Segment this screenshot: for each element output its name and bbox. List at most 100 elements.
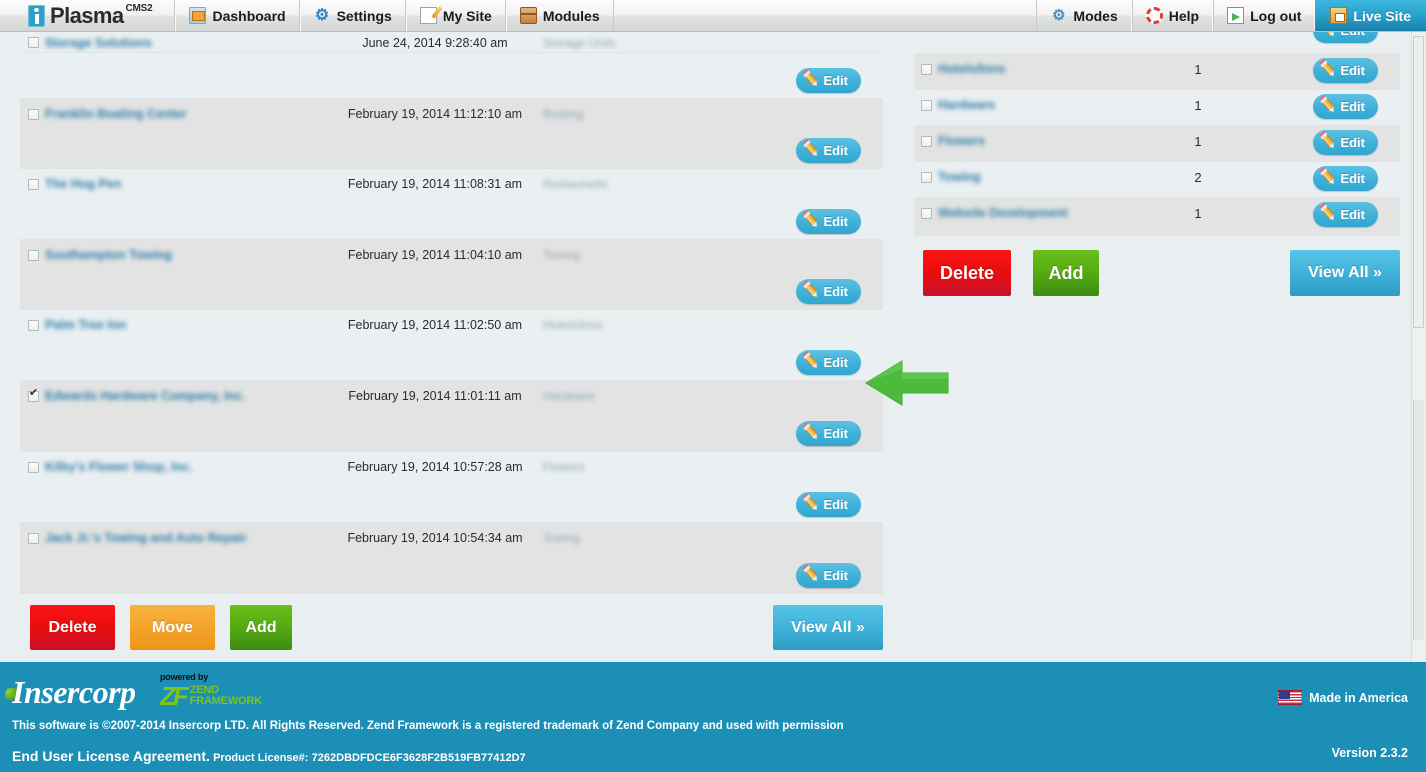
eula-link[interactable]: End User License Agreement. [12,748,210,764]
listing-name[interactable]: Storage Solutions [45,36,345,50]
view-all-button[interactable]: View All » [773,605,883,650]
delete-button[interactable]: Delete [30,605,115,650]
table-row[interactable]: Edit [20,53,883,99]
row-checkbox[interactable] [921,135,932,147]
box-icon [519,7,537,24]
table-row[interactable]: Southampton Towing February 19, 2014 11:… [20,240,883,310]
listing-date: June 24, 2014 9:28:40 am [362,35,508,50]
row-checkbox[interactable] [28,461,39,473]
nav-item-settings[interactable]: ⚙ Settings [299,0,406,31]
nav-item-live-site-label: Live Site [1353,7,1411,24]
view-all-button[interactable]: View All » [1290,250,1400,296]
brand-logo-plasmacms2[interactable]: Plasma CMS2 [0,0,176,31]
edit-button[interactable]: Edit [1313,166,1378,191]
edit-button[interactable]: Edit [796,492,861,517]
table-row[interactable]: Jack Jr.'s Towing and Auto Repair Februa… [20,523,883,594]
edit-button-label: Edit [1340,63,1365,78]
category-name[interactable]: Towing [938,170,1138,184]
edit-button[interactable]: Edit [1313,94,1378,119]
copyright-text: This software is ©2007-2014 Insercorp LT… [12,720,844,732]
pencil-icon [1318,166,1339,189]
pencil-icon [801,138,822,161]
row-checkbox[interactable] [28,319,39,331]
nav-item-modules[interactable]: Modules [505,0,614,31]
nav-item-logout[interactable]: Log out [1213,0,1316,31]
add-button[interactable]: Add [230,605,292,650]
category-name[interactable]: Hardware [938,98,1138,112]
listing-name[interactable]: Edwards Hardware Company, Inc. [45,389,345,403]
pencil-icon [801,279,822,302]
pencil-icon [801,421,822,444]
table-row[interactable]: Storage Solutions June 24, 2014 9:28:40 … [20,32,883,53]
listing-date: February 19, 2014 11:02:50 am [347,318,523,332]
product-license-key: 7262DBDFDCE6F3628F2B519FB77412D7 [311,752,526,764]
license-line: End User License Agreement. Product Lice… [12,748,526,764]
listing-name[interactable]: Palm Tree Inn [45,318,345,332]
table-row-selected[interactable]: Edwards Hardware Company, Inc. February … [20,381,883,452]
table-row[interactable]: Website Development 1 Edit [915,198,1400,236]
add-button[interactable]: Add [1033,250,1099,296]
edit-button-label: Edit [823,497,848,512]
nav-item-dashboard[interactable]: Dashboard [175,0,300,31]
edit-button[interactable]: Edit [796,421,861,446]
row-checkbox[interactable] [921,63,932,75]
gears-icon: ⚙ [1052,7,1066,24]
category-count: 1 [1194,97,1202,113]
nav-left-group: Plasma CMS2 Dashboard ⚙ Settings My Site… [0,0,614,31]
edit-button[interactable]: Edit [1313,32,1378,43]
table-row[interactable]: Hardware 1 Edit [915,90,1400,126]
table-row[interactable]: Franklin Boating Center February 19, 201… [20,99,883,169]
table-row[interactable]: The Hog Pen February 19, 2014 11:08:31 a… [20,169,883,240]
pencil-icon [801,209,822,232]
category-name[interactable]: Hotels/Inns [938,62,1138,76]
nav-item-logout-label: Log out [1250,7,1302,24]
edit-button[interactable]: Edit [796,138,861,163]
row-checkbox[interactable] [28,108,39,120]
nav-item-modules-label: Modules [542,7,600,24]
row-checkbox[interactable] [28,178,39,190]
row-checkbox[interactable] [921,99,932,111]
edit-button[interactable]: Edit [1313,130,1378,155]
edit-button-highlighted[interactable]: Edit [796,350,861,375]
row-checkbox[interactable] [28,532,39,544]
listing-name[interactable]: Southampton Towing [45,248,345,262]
listing-name[interactable]: Kilby's Flower Shop, Inc. [45,460,345,474]
edit-button[interactable]: Edit [796,209,861,234]
product-license-label: Product License#: [213,752,309,764]
table-row[interactable]: Hotels/Inns 1 Edit [915,54,1400,90]
nav-item-dashboard-label: Dashboard [212,7,286,24]
table-row[interactable]: Kilby's Flower Shop, Inc. February 19, 2… [20,452,883,523]
nav-item-modes-label: Modes [1073,7,1118,24]
row-checkbox-checked[interactable] [28,388,39,402]
nav-item-help[interactable]: Help [1131,0,1214,31]
delete-button[interactable]: Delete [923,250,1011,296]
listing-name[interactable]: The Hog Pen [45,177,345,191]
row-checkbox[interactable] [921,171,932,183]
table-row[interactable]: Flowers 1 Edit [915,126,1400,162]
page-scrollbar-lower[interactable] [1413,400,1424,640]
edit-button[interactable]: Edit [796,68,861,93]
table-row[interactable]: Edit [915,32,1400,54]
edit-button[interactable]: Edit [1313,58,1378,83]
edit-button[interactable]: Edit [796,279,861,304]
row-checkbox[interactable] [921,207,932,219]
edit-button[interactable]: Edit [1313,202,1378,227]
page-scrollbar-thumb[interactable] [1413,36,1424,328]
nav-item-modes[interactable]: ⚙ Modes [1036,0,1132,31]
insercorp-logo[interactable]: Insercorp [12,674,136,711]
pencil-icon [1318,58,1339,81]
table-row[interactable]: Towing 2 Edit [915,162,1400,198]
edit-button[interactable]: Edit [796,563,861,588]
row-checkbox[interactable] [28,37,39,48]
move-button[interactable]: Move [130,605,215,650]
nav-item-my-site[interactable]: My Site [405,0,506,31]
listing-name[interactable]: Jack Jr.'s Towing and Auto Repair [45,531,345,545]
edit-button-label: Edit [1340,135,1365,150]
nav-item-live-site[interactable]: Live Site [1315,0,1426,31]
category-name[interactable]: Flowers [938,134,1138,148]
listing-name[interactable]: Franklin Boating Center [45,107,345,121]
category-name[interactable]: Website Development [938,206,1138,220]
page-footer: Insercorp powered by ZF ZEND FRAMEWORK T… [0,662,1426,772]
table-row[interactable]: Palm Tree Inn February 19, 2014 11:02:50… [20,310,883,381]
row-checkbox[interactable] [28,249,39,261]
